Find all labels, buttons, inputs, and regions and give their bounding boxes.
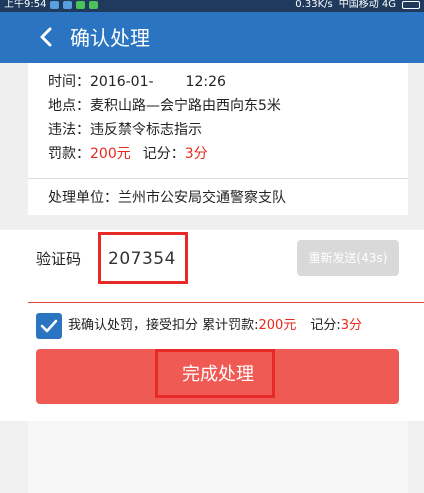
app-notification-icon (63, 1, 73, 9)
section-gap (0, 215, 424, 230)
verification-code-input[interactable]: 207354 (98, 232, 188, 284)
finish-button-label: 完成处理 (182, 364, 254, 385)
chevron-left-icon[interactable] (36, 26, 58, 48)
wechat-notification-icon (76, 1, 86, 9)
confirm-text: 我确认处罚，接受扣分 累计罚款: (68, 318, 259, 333)
total-points-label: 记分: (310, 318, 341, 333)
total-points: 3分 (340, 318, 363, 333)
app-notification-icon (50, 1, 60, 9)
fine-value: 200元 (90, 146, 131, 162)
location-row: 地点：麦积山路—会宁路由西向东5米 (48, 97, 281, 115)
divider (28, 178, 408, 179)
violation-label: 违法： (48, 122, 90, 138)
time-clock: 12:26 (185, 74, 226, 90)
highlight-frame: 完成处理 (155, 349, 275, 398)
total-fine: 200元 (258, 318, 297, 333)
checkmark-icon (40, 319, 58, 333)
status-bar: 上午9:54 0.33K/s 中国移动 4G (0, 0, 424, 12)
fine-row: 罚款：200元 记分：3分 (48, 145, 208, 163)
confirm-statement: 我确认处罚，接受扣分 累计罚款:200元 记分:3分 (68, 317, 362, 335)
page-title: 确认处理 (70, 26, 150, 50)
network-speed: 0.33K/s (295, 0, 333, 10)
fine-label: 罚款： (48, 146, 90, 162)
office-row: 处理单位：兰州市公安局交通警察支队 (48, 189, 286, 207)
bottom-panel (28, 421, 408, 493)
verification-row: 验证码 207354 重新发送(43s) (0, 230, 424, 288)
battery-icon (402, 1, 420, 9)
confirm-checkbox[interactable] (36, 313, 62, 339)
location-label: 地点： (48, 98, 90, 114)
status-time: 上午9:54 (4, 0, 47, 10)
resend-code-button[interactable]: 重新发送(43s) (297, 240, 399, 276)
points-label: 记分： (142, 146, 185, 162)
verification-code-value: 207354 (108, 249, 176, 269)
violation-details-card: 时间：2016-01- 12:26 地点：麦积山路—会宁路由西向东5米 违法：违反… (28, 63, 408, 215)
time-row: 时间：2016-01- 12:26 (48, 73, 226, 91)
app-bar: 确认处理 (0, 12, 424, 63)
points-value: 3分 (184, 146, 208, 162)
location-value: 麦积山路—会宁路由西向东5米 (90, 98, 281, 114)
violation-value: 违反禁令标志指示 (90, 122, 202, 138)
time-label: 时间： (48, 74, 90, 90)
time-value: 2016-01- (90, 74, 154, 90)
verify-label: 验证码 (36, 250, 82, 268)
office-label: 处理单位： (48, 190, 118, 206)
wechat-notification-icon (89, 1, 99, 9)
violation-row: 违法：违反禁令标志指示 (48, 121, 202, 139)
confirm-section: 我确认处罚，接受扣分 累计罚款:200元 记分:3分 完成处理 (0, 303, 424, 421)
carrier-name: 中国移动 4G (338, 0, 396, 10)
finish-processing-button[interactable]: 完成处理 (36, 349, 399, 404)
office-value: 兰州市公安局交通警察支队 (118, 190, 286, 206)
